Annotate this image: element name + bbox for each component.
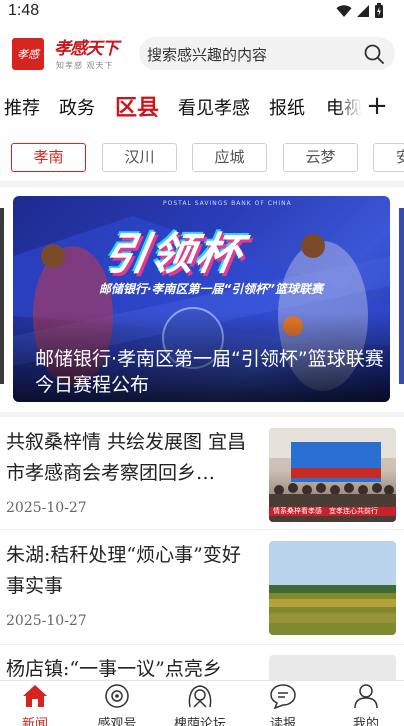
carousel-prev-peek [0,208,4,384]
chip-yunmeng[interactable]: 云梦 [283,143,358,172]
eye-icon [105,684,129,708]
search-icon [364,44,384,64]
logo-wordmark: 孝感天下 知孝感 观天下 [54,34,124,71]
chip-xiaonan[interactable]: 孝南 [11,143,86,172]
news-title: 杨店镇:“一事一议”点亮乡 [6,658,222,680]
news-thumbnail [269,541,396,635]
news-item[interactable]: 杨店镇:“一事一议”点亮乡 [0,652,404,680]
nav-mine[interactable]: 我的 [333,683,399,726]
chip-hanchuan[interactable]: 汉川 [102,143,177,172]
nav-news[interactable]: 新闻 [2,683,68,726]
add-channel-button[interactable]: + [362,92,392,120]
thumbnail-banner-text: 情系桑梓看孝感 宜孝连心共前行 [273,507,378,515]
home-icon [23,685,47,707]
logo-badge-text: 孝感 [17,48,39,61]
chip-yingcheng[interactable]: 应城 [192,143,267,172]
news-title: 朱湖:秸秆处理“烦心事”变好事实事 [6,544,241,597]
forum-icon [188,685,212,708]
app-header: 孝感 孝感天下 知孝感 观天下 搜索感兴趣的内容 [0,30,404,80]
divider [0,181,404,187]
bottom-nav: 新闻 感观号 槐荫论坛 读报 我的 [0,680,404,726]
system-icons [336,3,384,19]
featured-banner[interactable]: POSTAL SAVINGS BANK OF CHINA 引领杯 邮储银行·孝南… [13,196,390,402]
tab-see-xiaogan[interactable]: 看见孝感 [178,94,250,120]
tabs-fade [336,90,362,126]
search-bar[interactable]: 搜索感兴趣的内容 [139,37,395,70]
banner-org-text: POSTAL SAVINGS BANK OF CHINA [163,200,292,207]
signal-icon [357,5,369,17]
status-time: 1:48 [8,2,40,19]
carousel-next-peek [399,208,404,384]
chip-an[interactable]: 安 [373,143,404,172]
divider [0,644,404,645]
news-thumbnail [269,655,396,680]
divider [0,529,404,530]
nav-read-paper[interactable]: 读报 [250,683,316,726]
news-title: 共叙桑梓情 共绘发展图 宜昌市孝感商会考察团回乡… [6,431,247,484]
news-item[interactable]: 朱湖:秸秆处理“烦心事”变好事实事 2025-10-27 [0,538,404,645]
banner-caption: 邮储银行·孝南区第一届“引领杯”篮球联赛今日赛程公布 [35,348,384,396]
news-item[interactable]: 共叙桑梓情 共绘发展图 宜昌市孝感商会考察团回乡… 2025-10-27 情系桑… [0,425,404,530]
logo-title: 孝感天下 [54,39,119,59]
channel-tabs: 推荐 政务 区县 看见孝感 报纸 电视 + [0,90,404,126]
district-chips: 孝南 汉川 应城 云梦 安 [0,141,404,175]
tab-districts[interactable]: 区县 [115,90,159,122]
divider [0,412,404,417]
nav-ganguanhao[interactable]: 感观号 [84,683,150,726]
news-date: 2025-10-27 [6,613,87,629]
battery-icon [375,3,383,18]
nav-label: 新闻 [21,717,48,726]
logo-slogan: 知孝感 观天下 [56,61,114,70]
nav-label: 感观号 [97,717,137,726]
app-logo: 孝感 [12,38,44,70]
banner-subline: 邮储银行·孝南区第一届“引领杯”篮球联赛 [99,282,324,296]
status-bar: 1:48 [0,0,404,26]
banner-headline: 引领杯 [99,229,247,280]
nav-forum[interactable]: 槐荫论坛 [167,683,233,726]
news-date: 2025-10-27 [6,500,87,516]
search-placeholder: 搜索感兴趣的内容 [147,46,268,64]
farmland-photo-illustration [269,541,396,635]
user-icon [354,684,378,709]
wifi-icon [336,5,352,17]
tab-newspaper[interactable]: 报纸 [269,94,305,120]
news-thumbnail: 情系桑梓看孝感 宜孝连心共前行 [269,428,396,522]
nav-label: 读报 [269,717,296,726]
tab-recommend[interactable]: 推荐 [4,94,40,120]
nav-label: 槐荫论坛 [173,717,226,726]
chat-icon [270,684,296,710]
nav-label: 我的 [352,717,379,726]
tab-government[interactable]: 政务 [59,94,95,120]
